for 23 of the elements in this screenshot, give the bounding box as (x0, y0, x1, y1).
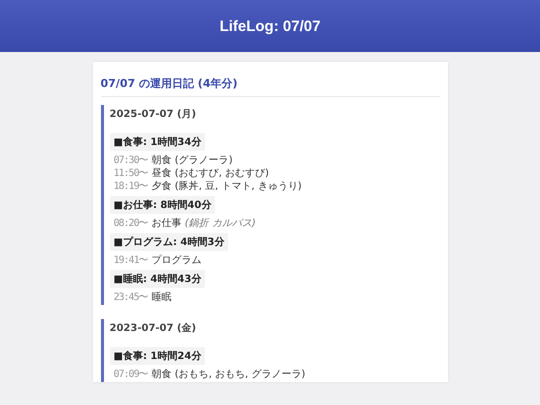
entry-time: 18:19〜 (114, 180, 148, 193)
entry-time: 07:09〜 (114, 368, 148, 381)
entry-text: 昼食 (おむすび, おむすび) (152, 167, 269, 180)
category-label: ■食事: 1時間24分 (110, 347, 206, 365)
entry-text: 朝食 (おもち, おもち, グラノーラ) (152, 368, 306, 381)
entry-text: 夕食 (豚丼, 豆, トマト, きゅうり) (152, 180, 302, 193)
entry-text: 朝食 (グラノーラ) (152, 154, 233, 167)
page-heading: 07/07 の運用日記 (4年分) (100, 76, 440, 97)
entry-time: 19:41〜 (114, 254, 148, 267)
entry-text: プログラム (152, 254, 202, 267)
category-label: ■プログラム: 4時間3分 (110, 233, 228, 251)
entry-text: 睡眠 (152, 290, 172, 304)
day-date: 2025-07-07 (月) (110, 108, 198, 121)
category-label: ■お仕事: 8時間40分 (110, 196, 216, 214)
day-date: 2023-07-07 (金) (110, 322, 198, 335)
app-title: LifeLog: 07/07 (220, 18, 320, 34)
category-label: ■睡眠: 4時間43分 (110, 270, 206, 288)
entry-time: 11:50〜 (114, 167, 148, 180)
entry-time: 07:30〜 (114, 154, 148, 167)
entry-time: 23:45〜 (114, 291, 148, 304)
entry-text: お仕事 (鍋折 カルパス) (152, 216, 256, 230)
entry-time: 08:20〜 (114, 217, 148, 230)
category-label: ■食事: 1時間34分 (110, 133, 206, 151)
